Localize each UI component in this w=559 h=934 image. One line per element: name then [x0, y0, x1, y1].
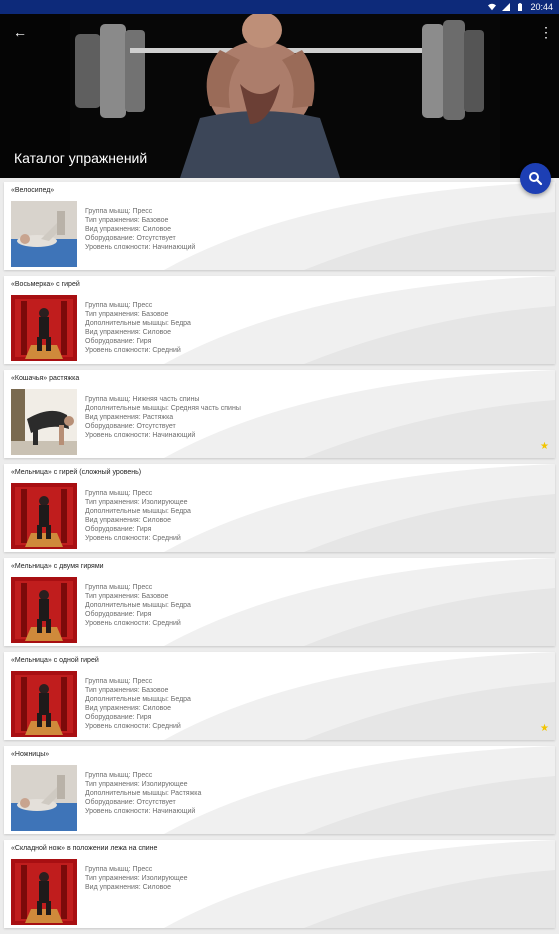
- exercise-detail-line: Уровень сложности: Начинающий: [85, 431, 196, 439]
- exercise-title: «Мельница» с одной гирей: [11, 657, 99, 664]
- exercise-detail-line: Уровень сложности: Средний: [85, 619, 181, 627]
- exercise-list[interactable]: «Велосипед» Группа мышц: Пресс Тип упражне…: [0, 182, 559, 934]
- exercise-detail-line: Оборудование: Отсутствует: [85, 422, 176, 430]
- battery-icon: [518, 3, 523, 11]
- exercise-thumbnail: [11, 859, 77, 925]
- exercise-detail-line: Дополнительные мышцы: Бедра: [85, 695, 191, 703]
- search-icon: [529, 172, 543, 186]
- search-button[interactable]: [520, 163, 551, 194]
- exercise-title: «Мельница» с гирей (сложный уровень): [11, 469, 142, 476]
- exercise-detail-line: Вид упражнения: Силовое: [85, 883, 172, 891]
- exercise-detail-line: Группа мышц: Пресс: [85, 678, 153, 685]
- exercise-detail-line: Тип упражнения: Базовое: [85, 310, 169, 318]
- exercise-detail-line: Дополнительные мышцы: Бедра: [85, 319, 191, 327]
- exercise-thumbnail: [11, 671, 77, 737]
- favorite-star-icon[interactable]: ★: [540, 442, 549, 452]
- exercise-details: Группа мышц: Пресс Тип упражнения: Базово…: [85, 208, 195, 253]
- exercise-detail-line: Тип упражнения: Изолирующее: [85, 498, 188, 506]
- exercise-thumbnail: [11, 389, 77, 455]
- exercise-detail-line: Тип упражнения: Изолирующее: [85, 780, 188, 788]
- exercise-detail-line: Оборудование: Гиря: [85, 337, 152, 345]
- page-title: Каталог упражнений: [14, 150, 148, 166]
- exercise-details: Группа мышц: Пресс Тип упражнения: Изолир…: [85, 490, 191, 543]
- exercise-card[interactable]: «Складной нож» в положении лежа на спине…: [4, 840, 555, 928]
- exercise-title: «Велосипед»: [11, 187, 55, 194]
- exercise-details: Группа мышц: Пресс Тип упражнения: Базово…: [85, 302, 191, 355]
- exercise-thumbnail: [11, 295, 77, 361]
- exercise-detail-line: Дополнительные мышцы: Бедра: [85, 601, 191, 609]
- exercise-card[interactable]: «Восьмерка» с гирей Группа мышц: Пресс Тип…: [4, 276, 555, 364]
- exercise-detail-line: Уровень сложности: Средний: [85, 534, 181, 542]
- exercise-thumbnail: [11, 577, 77, 643]
- exercise-detail-line: Дополнительные мышцы: Бедра: [85, 507, 191, 515]
- status-time: 20:44: [530, 2, 553, 12]
- exercise-detail-line: Дополнительные мышцы: Растяжка: [85, 789, 202, 797]
- exercise-detail-line: Группа мышц: Пресс: [85, 584, 153, 591]
- exercise-details: Группа мышц: Пресс Тип упражнения: Изолир…: [85, 772, 201, 817]
- exercise-card[interactable]: «Велосипед» Группа мышц: Пресс Тип упражне…: [4, 182, 555, 270]
- exercise-details: Группа мышц: Пресс Тип упражнения: Базово…: [85, 678, 191, 731]
- more-vert-icon[interactable]: ⋮: [539, 22, 553, 42]
- exercise-details: Группа мышц: Пресс Тип упражнения: Базово…: [85, 584, 191, 629]
- exercise-detail-line: Вид упражнения: Силовое: [85, 516, 172, 524]
- favorite-star-icon[interactable]: ★: [540, 724, 549, 734]
- exercise-details: Группа мышц: Нижняя часть спины Дополните…: [85, 396, 241, 441]
- exercise-card[interactable]: «Мельница» с двумя гирями Группа мышц: Пр…: [4, 558, 555, 646]
- exercise-detail-line: Группа мышц: Пресс: [85, 490, 153, 497]
- exercise-detail-line: Тип упражнения: Базовое: [85, 686, 169, 694]
- exercise-title: «Ножницы»: [11, 751, 50, 758]
- header-banner: ← ⋮ Каталог упражнений: [0, 14, 559, 178]
- exercise-thumbnail: [11, 765, 77, 831]
- exercise-detail-line: Уровень сложности: Средний: [85, 346, 181, 354]
- exercise-detail-line: Группа мышц: Нижняя часть спины: [85, 396, 200, 403]
- exercise-detail-line: Оборудование: Гиря: [85, 525, 152, 533]
- exercise-detail-line: Оборудование: Гиря: [85, 713, 152, 721]
- exercise-thumbnail: [11, 483, 77, 549]
- exercise-thumbnail: [11, 201, 77, 267]
- exercise-detail-line: Оборудование: Отсутствует: [85, 798, 176, 806]
- exercise-detail-line: Оборудование: Гиря: [85, 610, 152, 618]
- exercise-title: «Мельница» с двумя гирями: [11, 563, 104, 570]
- exercise-detail-line: Вид упражнения: Силовое: [85, 704, 172, 712]
- back-arrow-icon[interactable]: ←: [10, 22, 30, 42]
- exercise-detail-line: Вид упражнения: Силовое: [85, 328, 172, 336]
- wifi-icon: [488, 3, 497, 11]
- exercise-card[interactable]: «Мельница» с одной гирей Группа мышц: Пре…: [4, 652, 555, 740]
- exercise-card[interactable]: «Ножницы» Группа мышц: Пресс Тип упражнени…: [4, 746, 555, 834]
- signal-icon: [502, 3, 511, 11]
- exercise-detail-line: Уровень сложности: Средний: [85, 722, 181, 730]
- exercise-detail-line: Уровень сложности: Начинающий: [85, 807, 196, 815]
- exercise-title: «Восьмерка» с гирей: [11, 281, 80, 288]
- exercise-detail-line: Вид упражнения: Силовое: [85, 225, 172, 233]
- exercise-detail-line: Группа мышц: Пресс: [85, 208, 153, 215]
- exercise-title: «Кошачья» растяжка: [11, 375, 80, 382]
- exercise-detail-line: Дополнительные мышцы: Средняя часть спин…: [85, 404, 241, 412]
- exercise-details: Группа мышц: Пресс Тип упражнения: Изолир…: [85, 866, 188, 893]
- exercise-title: «Складной нож» в положении лежа на спине: [11, 845, 158, 852]
- exercise-detail-line: Тип упражнения: Изолирующее: [85, 874, 188, 882]
- exercise-detail-line: Уровень сложности: Начинающий: [85, 243, 196, 251]
- exercise-detail-line: Тип упражнения: Базовое: [85, 216, 169, 224]
- exercise-detail-line: Группа мышц: Пресс: [85, 866, 153, 873]
- exercise-card[interactable]: «Кошачья» растяжка Группа мышц: Нижняя ча…: [4, 370, 555, 458]
- exercise-card[interactable]: «Мельница» с гирей (сложный уровень) Груп…: [4, 464, 555, 552]
- exercise-detail-line: Группа мышц: Пресс: [85, 302, 153, 309]
- status-bar: 20:44: [0, 0, 559, 14]
- exercise-detail-line: Группа мышц: Пресс: [85, 772, 153, 779]
- exercise-detail-line: Оборудование: Отсутствует: [85, 234, 176, 242]
- exercise-detail-line: Тип упражнения: Базовое: [85, 592, 169, 600]
- exercise-detail-line: Вид упражнения: Растяжка: [85, 413, 174, 421]
